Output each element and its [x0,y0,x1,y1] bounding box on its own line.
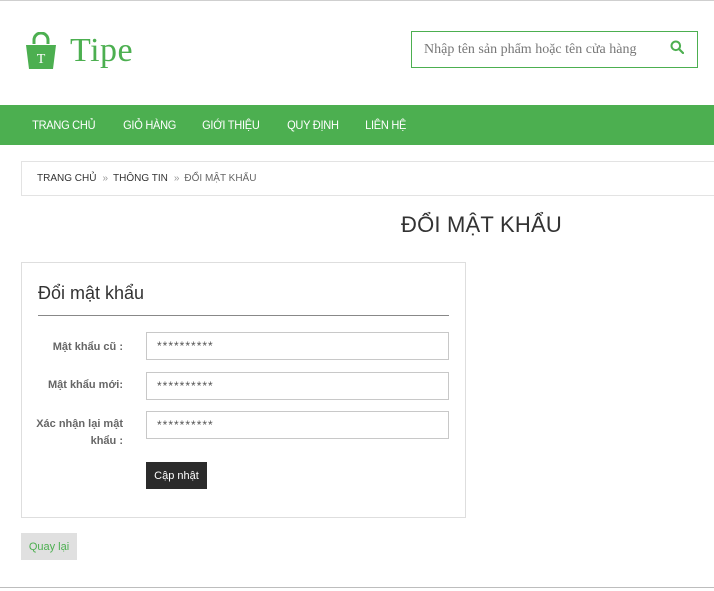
nav-item-about[interactable]: GIỚI THIỆU [192,118,270,132]
breadcrumb-current: ĐỔI MẬT KHẨU [184,173,257,184]
svg-text:T: T [37,52,46,67]
confirm-password-label-line2: khẩu : [90,435,123,447]
page-title: ĐỔI MẬT KHẨU [401,212,562,237]
main-nav: TRANG CHỦ GIỎ HÀNG GIỚI THIỆU QUY ĐỊNH L… [0,105,714,145]
confirm-password-label-line1: Xác nhận lại mật [36,418,123,430]
new-password-label: Mật khẩu mới: [47,379,123,391]
confirm-password-input[interactable] [146,411,449,439]
brand-name: Tipe [70,32,134,69]
breadcrumb-separator: » [102,173,109,184]
update-button[interactable]: Cập nhật [146,462,207,489]
confirm-password-label: Xác nhận lại mật khẩu : [36,416,123,450]
breadcrumb: TRANG CHỦ » THÔNG TIN » ĐỔI MẬT KHẨU [21,161,714,196]
change-password-panel: Đổi mật khẩu Mật khẩu cũ : Mật khẩu mới:… [21,262,466,518]
new-password-input[interactable] [146,372,449,400]
site-logo[interactable]: T Tipe [24,31,134,70]
breadcrumb-home[interactable]: TRANG CHỦ [37,173,96,184]
breadcrumb-separator: » [173,173,180,184]
breadcrumb-info[interactable]: THÔNG TIN [113,173,168,184]
top-border [0,0,714,1]
back-button[interactable]: Quay lại [21,533,77,560]
nav-item-home[interactable]: TRANG CHỦ [22,118,105,132]
shopping-bag-icon: T [24,31,58,70]
bottom-border [0,587,714,588]
search-bar [411,31,698,68]
panel-title: Đổi mật khẩu [38,283,145,303]
search-button[interactable] [657,32,697,67]
old-password-label: Mật khẩu cũ : [52,341,123,353]
search-input[interactable] [412,32,657,67]
search-icon [670,40,685,59]
nav-item-policy[interactable]: QUY ĐỊNH [277,118,349,132]
old-password-input[interactable] [146,332,449,360]
nav-item-contact[interactable]: LIÊN HỆ [355,118,416,132]
panel-divider [38,315,449,316]
nav-item-cart[interactable]: GIỎ HÀNG [113,118,186,132]
